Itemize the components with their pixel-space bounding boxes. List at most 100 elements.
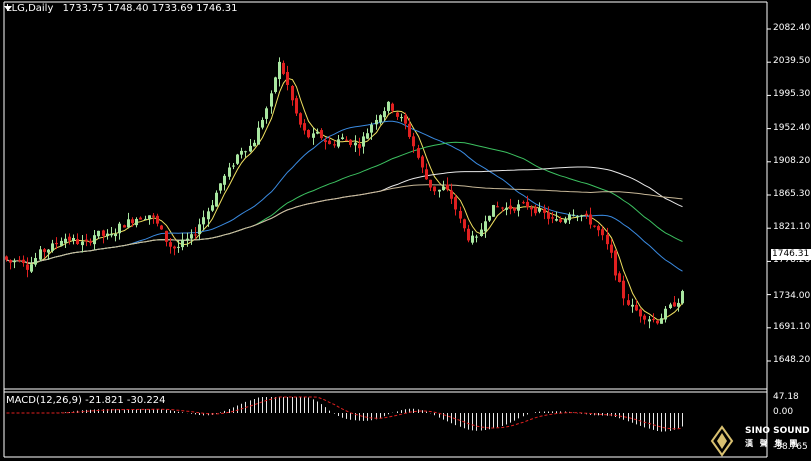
candle-body [72,237,75,241]
candle-body [194,234,197,236]
candle-body [303,123,306,131]
price-tick-label: 1908.20 [773,155,811,166]
candle-body [123,225,126,228]
candle-body [202,217,205,225]
candle-body [320,130,323,139]
candle-body [610,244,613,253]
macd-title: MACD(12,26,9) -21.821 -30.224 [6,395,166,406]
candle-body [492,205,495,217]
candle-body [26,264,29,270]
current-price-marker: 1746.31 [771,249,811,260]
candle-body [114,233,117,237]
candle-body [505,207,508,210]
candle-body [13,260,16,263]
candle-body [102,230,105,236]
candle-body [148,215,151,219]
candle-body [438,189,441,192]
candle-body [614,250,617,276]
candle-body [513,208,516,211]
candle-body [324,140,327,143]
candle-body [47,249,50,253]
candle-body [664,308,667,320]
candle-body [34,258,37,265]
candle-body [501,207,504,209]
candle-body [299,113,302,125]
candle-body [526,201,529,208]
candle-body [190,234,193,239]
candle-body [669,304,672,309]
candle-body [81,241,84,246]
price-tick-label: 1821.10 [773,222,811,233]
price-chart[interactable] [0,0,811,461]
chart-title: LLG,Daily 1733.75 1748.40 1733.69 1746.3… [6,3,238,14]
candle-body [383,111,386,118]
logo-name: SINO SOUND [745,426,810,436]
candle-body [43,249,46,252]
candle-body [412,136,415,147]
candle-body [631,304,634,307]
ma-line-green [6,141,683,264]
candle-body [568,214,571,221]
candle-body [186,238,189,240]
candle-body [496,206,499,208]
candle-body [30,264,33,272]
candle-body [328,140,331,145]
candle-body [76,239,79,245]
candle-body [274,77,277,92]
ohlc-values: 1733.75 1748.40 1733.69 1746.31 [62,3,238,14]
candle-body [538,208,541,212]
chart-window: LLG,Daily 1733.75 1748.40 1733.69 1746.3… [0,0,811,461]
candle-body [555,219,558,221]
candle-body [156,215,159,224]
candle-body [375,119,378,125]
candle-body [5,256,8,260]
candle-body [442,186,445,191]
candle-body [618,273,621,283]
candle-body [286,71,289,85]
candle-body [643,315,646,320]
candle-body [530,207,533,210]
candle-body [400,117,403,119]
candle-body [471,235,474,243]
candle-body [127,219,130,228]
candle-body [593,225,596,227]
candle-body [207,211,210,220]
candle-body [673,302,676,307]
candle-body [635,304,638,311]
candle-body [22,259,25,264]
price-tick-label: 1952.40 [773,122,811,133]
price-tick-label: 1648.20 [773,355,811,365]
candle-body [517,204,520,211]
candle-body [139,217,142,220]
candle-body [253,142,256,147]
candle-body [278,61,281,80]
candle-body [421,156,424,168]
ma-line-blue [6,120,683,272]
candle-body [656,320,659,324]
candle-body [18,259,21,261]
candle-body [131,219,134,224]
candle-body [589,214,592,225]
candle-body [55,242,58,245]
ma-line-fast [6,77,683,321]
candle-body [312,133,315,138]
candle-body [450,190,453,199]
candle-body [152,215,155,217]
candle-body [597,226,600,231]
candle-body [543,208,546,213]
moving-averages [6,77,683,321]
candle-body [39,249,42,260]
candle-body [223,175,226,185]
candle-body [337,139,340,147]
candle-body [228,167,231,177]
candle-body [345,139,348,141]
candle-body [480,229,483,236]
candle-body [144,218,147,220]
candle-body [135,218,138,226]
macd-tick-label: 0.00 [773,407,794,417]
candle-body [408,123,411,137]
candle-body [249,145,252,152]
candle-body [232,165,235,167]
candle-body [652,319,655,321]
candle-body [89,241,92,243]
